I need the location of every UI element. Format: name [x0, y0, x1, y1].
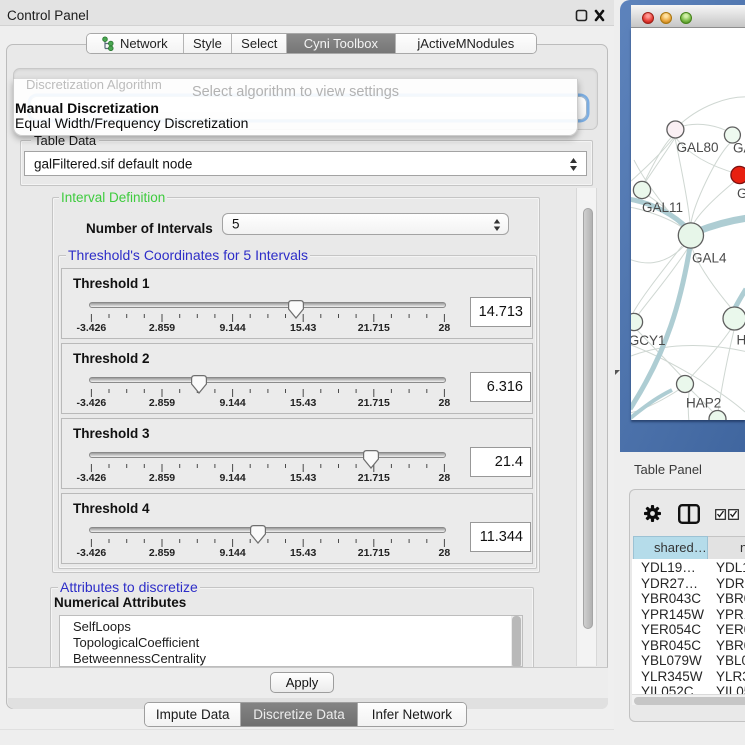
svg-text:GCY1: GCY1	[631, 333, 666, 348]
svg-text:HAP2: HAP2	[686, 396, 721, 411]
svg-text:G: G	[737, 186, 745, 201]
svg-text:GA: GA	[733, 141, 745, 156]
svg-text:GAL80: GAL80	[677, 140, 719, 155]
svg-text:GAL4: GAL4	[692, 251, 727, 266]
svg-text:GAL11: GAL11	[642, 200, 683, 215]
svg-text:H: H	[737, 333, 745, 348]
